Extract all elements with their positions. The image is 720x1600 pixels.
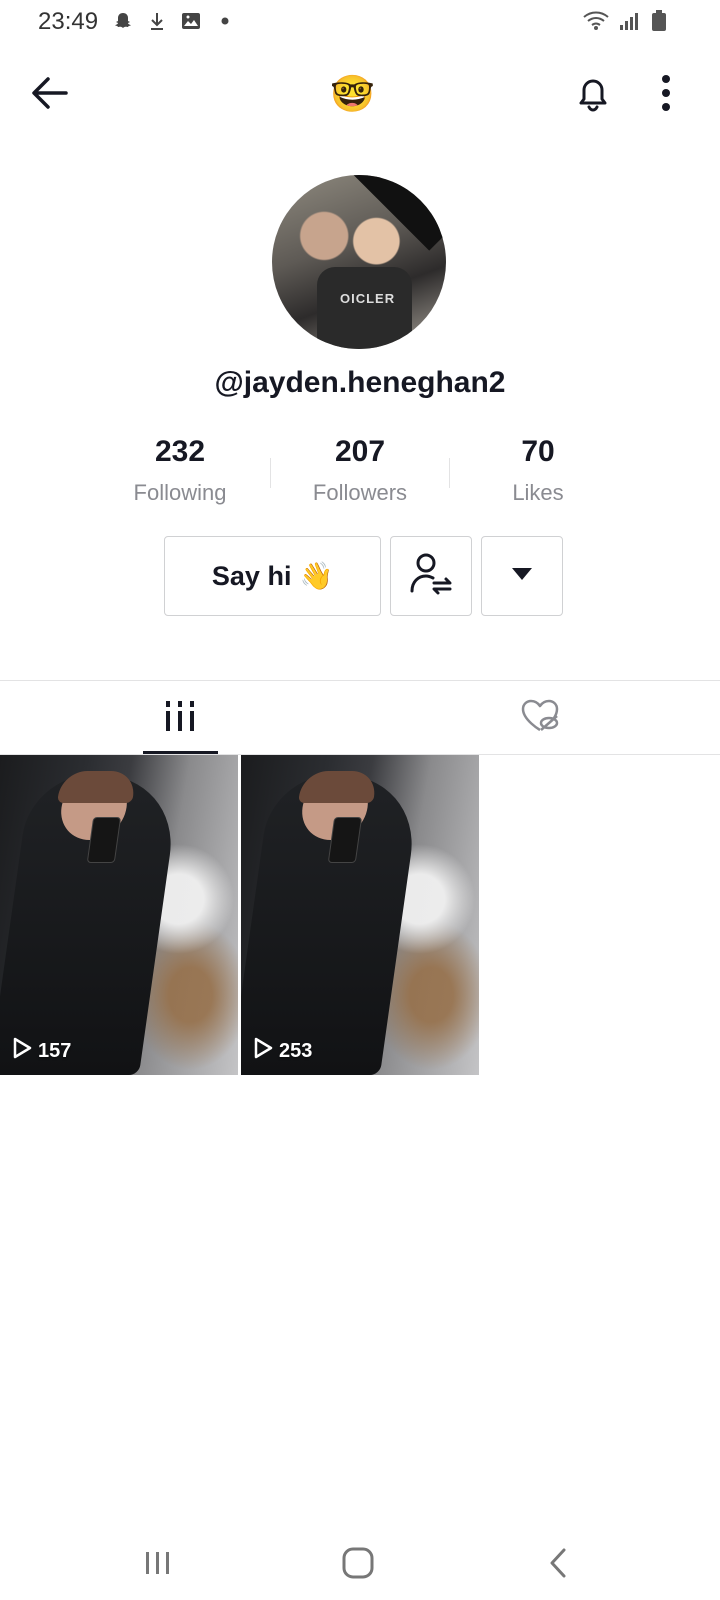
download-icon — [146, 10, 168, 32]
say-hi-button[interactable]: Say hi 👋 — [164, 536, 381, 616]
battery-icon — [648, 10, 670, 32]
gallery-icon — [180, 10, 202, 32]
hidden-liked-icon — [520, 698, 560, 739]
system-nav-bar — [0, 1530, 720, 1600]
likes-label: Likes — [512, 480, 564, 505]
profile-actions: Say hi 👋 — [0, 536, 720, 618]
say-hi-label: Say hi — [211, 560, 292, 591]
video-views: 157 — [12, 1037, 71, 1065]
status-icons-left — [112, 10, 236, 32]
video-grid: 157 253 — [0, 755, 720, 1075]
stat-followers[interactable]: 207 Followers — [270, 432, 450, 506]
avatar-shirt-text: OICLER — [340, 291, 396, 306]
play-outline-icon — [253, 1037, 273, 1065]
following-count: 232 — [154, 435, 206, 468]
back-button[interactable] — [15, 60, 85, 130]
chevron-left-icon — [546, 1546, 570, 1585]
tab-videos[interactable] — [0, 681, 360, 755]
video-views: 253 — [253, 1037, 312, 1065]
caret-down-icon — [510, 566, 534, 587]
signal-icon — [618, 10, 640, 32]
wifi-icon — [582, 10, 610, 32]
follow-back-button[interactable] — [390, 536, 472, 616]
stat-likes[interactable]: 70 Likes — [448, 432, 628, 506]
notifications-button[interactable] — [558, 60, 628, 130]
user-switch-icon — [408, 551, 454, 602]
video-thumbnail[interactable]: 253 — [241, 755, 479, 1075]
home-icon — [341, 1546, 375, 1585]
status-icons-right — [582, 10, 670, 32]
arrow-left-icon — [30, 73, 70, 118]
system-back-button[interactable] — [513, 1530, 603, 1600]
more-options-button[interactable] — [631, 60, 701, 130]
following-label: Following — [133, 480, 227, 505]
suggested-accounts-button[interactable] — [481, 536, 563, 616]
status-time: 23:49 — [38, 8, 99, 35]
play-outline-icon — [12, 1037, 32, 1065]
snapchat-icon — [112, 10, 134, 32]
video-thumbnail[interactable]: 157 — [0, 755, 238, 1075]
grid-icon — [164, 699, 196, 738]
recents-icon — [143, 1548, 173, 1583]
followers-label: Followers — [312, 480, 408, 505]
avatar[interactable]: OICLER — [272, 175, 446, 349]
dot-icon — [214, 10, 236, 32]
followers-count: 207 — [334, 435, 386, 468]
bell-icon — [573, 73, 613, 118]
header-emoji: 🤓 — [330, 73, 375, 114]
view-count: 157 — [38, 1039, 72, 1062]
stats-row: 232 Following 207 Followers 70 Likes — [0, 432, 720, 512]
tab-liked[interactable] — [360, 681, 720, 755]
home-button[interactable] — [313, 1530, 403, 1600]
more-vertical-icon — [660, 73, 672, 118]
likes-count: 70 — [521, 435, 555, 468]
profile-tabs — [0, 681, 720, 755]
view-count: 253 — [279, 1039, 313, 1062]
waving-hand-icon: 👋 — [299, 561, 334, 591]
header: 🤓 — [0, 60, 720, 130]
status-bar: 23:49 — [0, 0, 720, 46]
username: @jayden.heneghan2 — [214, 366, 506, 399]
recents-button[interactable] — [113, 1530, 203, 1600]
avatar-ribbon — [344, 175, 446, 251]
avatar-photo — [317, 267, 412, 349]
stat-following[interactable]: 232 Following — [90, 432, 270, 506]
